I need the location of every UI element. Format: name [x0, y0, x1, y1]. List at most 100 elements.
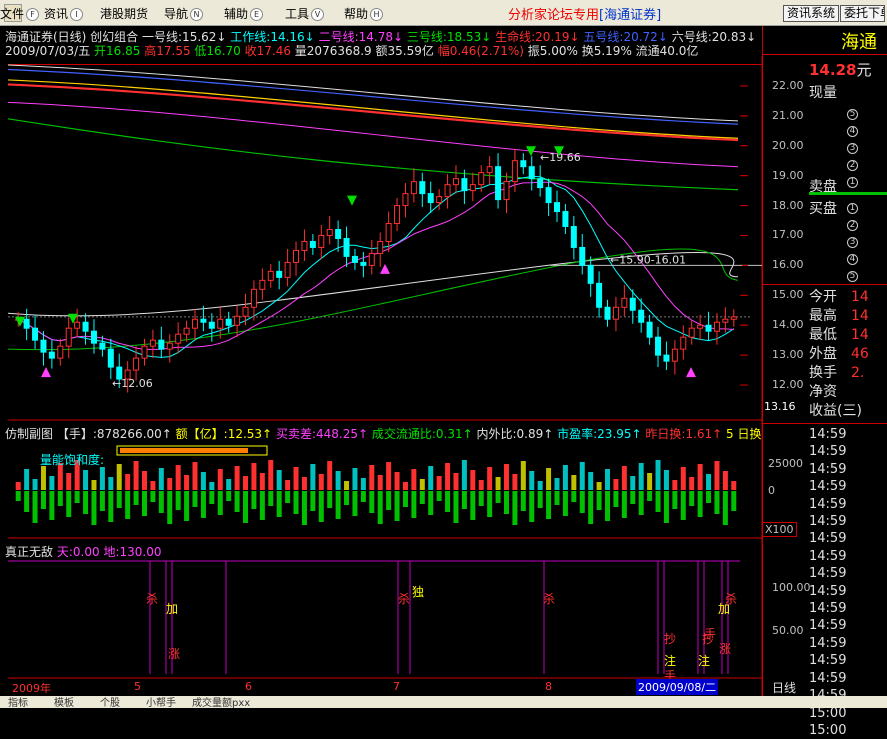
candle — [343, 237, 350, 257]
volume-bar-neg — [436, 491, 442, 501]
cursor-date: 2009/09/08/二 — [636, 679, 719, 695]
chart-area[interactable]: ←19.66←12.06←15.90-16.01 — [0, 56, 762, 696]
current-price-value: 14.28 — [809, 61, 857, 79]
volume-bar — [150, 481, 156, 490]
menu-label: 资讯 — [44, 7, 69, 21]
broker-banner: 分析家论坛专用[海通证券] — [508, 4, 661, 23]
candle — [570, 226, 577, 248]
work-line — [17, 175, 735, 358]
volume-bar-neg — [613, 491, 619, 507]
stat-value: 14 — [851, 289, 869, 305]
order-button[interactable]: 委托下单 — [840, 5, 885, 22]
volume-bar-neg — [714, 491, 720, 514]
volume-bar — [394, 472, 400, 490]
candle — [175, 333, 182, 344]
candle — [48, 351, 55, 359]
candle — [596, 282, 603, 308]
tick-time: 14:59 — [809, 531, 847, 547]
volume-bar — [562, 465, 568, 490]
candle — [394, 205, 401, 225]
period-label[interactable]: 日线 — [772, 679, 796, 696]
candle — [74, 321, 81, 329]
indicator-tab[interactable]: 个股 — [100, 694, 120, 709]
candle — [242, 306, 249, 317]
price-axis-label: 19.00 — [772, 168, 804, 182]
candle — [655, 336, 662, 356]
banner-text: 分析家论坛专用 — [508, 8, 600, 23]
volume-bar-neg — [411, 491, 417, 518]
volume-bar-neg — [562, 491, 568, 516]
info-system-button[interactable]: 资讯系统 — [783, 5, 840, 22]
volume-bar — [663, 470, 669, 490]
volume-bar — [428, 466, 434, 490]
volume-bar — [689, 477, 695, 490]
candle — [149, 339, 156, 347]
indicator-tab[interactable]: 小帮手 — [146, 694, 176, 709]
stat-label: 外盘 — [809, 346, 837, 362]
candle — [250, 288, 257, 308]
volume-bar-neg — [40, 491, 46, 509]
volume-bar — [293, 467, 299, 490]
volume-bar-neg — [57, 491, 63, 506]
volume-bar-neg — [226, 491, 232, 501]
sub2-axis-label: 100.00 — [772, 581, 811, 594]
menu-label: 港股期货 — [100, 7, 149, 21]
candle — [469, 184, 476, 192]
volume-bar — [697, 464, 703, 490]
indicator-tab[interactable]: 指标 — [8, 694, 28, 709]
saturation-fill — [120, 448, 248, 453]
volume-bar — [672, 480, 678, 490]
sub2-title: 真正无敌 — [5, 545, 54, 559]
indicator-tab[interactable]: 模板 — [54, 694, 74, 709]
volume-bar-neg — [318, 491, 324, 522]
candle — [671, 348, 678, 362]
volume-bar-neg — [310, 491, 316, 511]
low-annotation: ←12.06 — [112, 377, 153, 390]
menu-5[interactable]: 工具 V — [285, 5, 325, 22]
menu-6[interactable]: 帮助 H — [344, 5, 384, 22]
volume-bar-neg — [259, 491, 265, 520]
sell-level-1-icon: 1 — [847, 177, 858, 188]
five-line — [7, 68, 739, 125]
volume-bar — [419, 479, 425, 490]
menu-0[interactable]: 文件 F — [0, 5, 40, 22]
candle — [208, 321, 215, 329]
stat-row: 最低 14 — [809, 326, 876, 345]
stat-row: 最高 14 — [809, 307, 876, 326]
volume-bar-neg — [529, 491, 535, 522]
sub1-title: 仿制副图 — [5, 427, 54, 441]
tick-times: 14:59 14:59 14:59 14:59 14:59 14:59 14:59 14:59… — [809, 426, 846, 739]
banner-broker: [海通证券] — [599, 8, 662, 23]
volume-bar-neg — [243, 491, 249, 523]
stat-label: 换手 — [809, 365, 837, 381]
stat-label: 今开 — [809, 289, 837, 305]
sell-levels: 5 4 3 2 1 — [847, 104, 858, 189]
sub1-item-1: 额【亿】:12.53↑ — [171, 427, 273, 441]
volume-bar-neg — [461, 491, 467, 509]
candle — [697, 324, 704, 329]
volume-bar-neg — [83, 491, 89, 514]
menu-1[interactable]: 资讯 I — [44, 5, 84, 22]
tick-time: 14:59 — [809, 444, 847, 460]
tick-time: 14:59 — [809, 514, 847, 530]
volume-bar-neg — [579, 491, 585, 513]
menu-2[interactable]: 港股期货 — [100, 5, 148, 22]
indicator-tab[interactable]: 成交量额pxx — [192, 694, 250, 709]
volume-bar — [335, 471, 341, 490]
volume-bar-neg — [419, 491, 425, 504]
volume-bar-neg — [184, 491, 190, 521]
signal-label: 杀 — [398, 592, 411, 606]
volume-bar — [655, 460, 661, 490]
menu-4[interactable]: 辅助 E — [224, 5, 264, 22]
sub2-tian: 天:0.00 — [56, 545, 100, 559]
stat-row: 今开 14 — [809, 288, 876, 307]
candle — [326, 229, 333, 236]
volume-bar-neg — [344, 491, 350, 505]
tick-time: 14:59 — [809, 618, 847, 634]
volume-bar — [344, 481, 350, 490]
volume-bar — [243, 476, 249, 490]
candle — [65, 327, 72, 347]
stat-value: 2. — [851, 365, 865, 381]
volume-bar-neg — [74, 491, 80, 503]
menu-3[interactable]: 导航 N — [164, 5, 204, 22]
